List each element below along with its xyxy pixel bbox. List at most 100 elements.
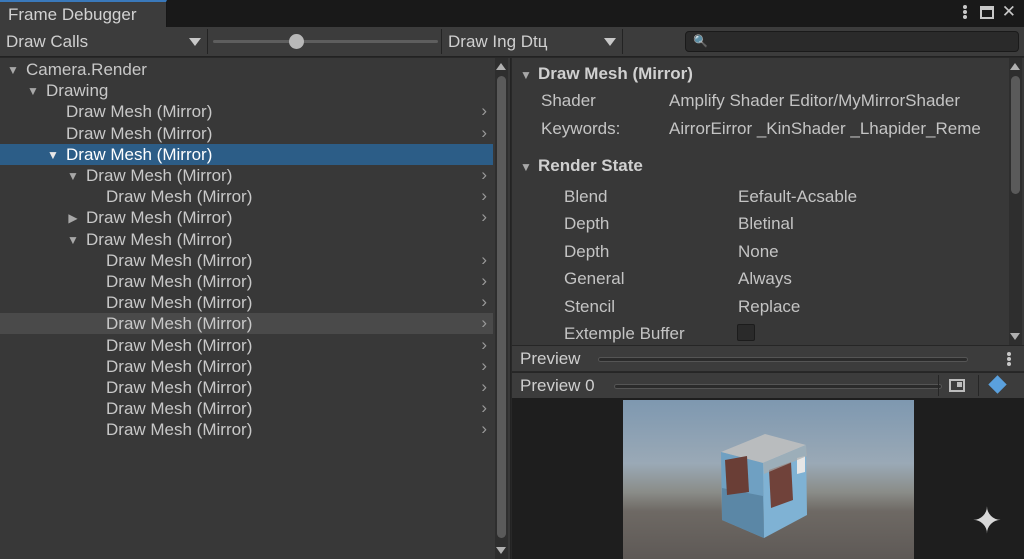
- chevron-right-icon[interactable]: ›: [481, 313, 487, 333]
- mode-dropdown[interactable]: Draw Calls: [0, 27, 207, 56]
- chevron-right-icon[interactable]: ›: [481, 271, 487, 291]
- preview-shape-button[interactable]: [978, 375, 1014, 396]
- render-state-value: Always: [738, 269, 792, 289]
- tree-row-label: Draw Mesh (Mirror): [66, 102, 213, 122]
- chevron-right-icon[interactable]: ›: [481, 123, 487, 143]
- tree-row[interactable]: ▶ Draw Mesh (Mirror) ›: [0, 207, 493, 228]
- window-controls: ✕: [958, 3, 1016, 21]
- chevron-down-icon: [604, 38, 616, 46]
- render-state-value: Bletinal: [738, 214, 794, 234]
- scroll-down-icon[interactable]: [1010, 333, 1020, 340]
- preview-sub-label: Preview 0: [520, 376, 595, 395]
- preview-header[interactable]: Preview: [512, 345, 1024, 371]
- tree-row[interactable]: Draw Mesh (Mirror) ›: [0, 377, 493, 398]
- divider: [207, 29, 208, 54]
- filter-dropdown[interactable]: Draw Ing Dtц: [442, 27, 622, 56]
- event-slider[interactable]: [213, 27, 438, 56]
- shape-diamond-icon: [988, 375, 1007, 394]
- details-panel: ▼ Draw Mesh (Mirror) Shader Amplify Shade…: [512, 58, 1024, 345]
- render-state-header[interactable]: ▼ Render State: [520, 156, 643, 176]
- extemple-buffer-checkbox[interactable]: [737, 324, 755, 341]
- tree-row[interactable]: Draw Mesh (Mirror) ›: [0, 271, 493, 292]
- tree-row[interactable]: Draw Mesh (Mirror) ›: [0, 335, 493, 356]
- tree-row[interactable]: Draw Mesh (Mirror) ›: [0, 250, 493, 271]
- chevron-right-icon[interactable]: ›: [481, 356, 487, 376]
- expanded-triangle-icon[interactable]: ▼: [26, 84, 40, 98]
- toolbar: Draw Calls Draw Ing Dtц 🔍: [0, 27, 1024, 57]
- search-input[interactable]: 🔍: [685, 31, 1019, 52]
- chevron-down-icon: [189, 38, 201, 46]
- tree-row-label: Draw Mesh (Mirror): [106, 272, 253, 291]
- chevron-right-icon[interactable]: ›: [481, 292, 487, 312]
- sparkle-icon: ✦: [971, 500, 1002, 541]
- tree-row[interactable]: Draw Mesh (Mirror) ›: [0, 313, 493, 335]
- tree-row[interactable]: Draw Mesh (Mirror) ›: [0, 356, 493, 377]
- details-header[interactable]: ▼ Draw Mesh (Mirror): [520, 64, 693, 84]
- chevron-right-icon[interactable]: ›: [481, 335, 487, 355]
- chevron-right-icon[interactable]: ›: [481, 207, 487, 227]
- tree-row[interactable]: Draw Mesh (Mirror) ›: [0, 123, 493, 144]
- tab-frame-debugger[interactable]: Frame Debugger: [0, 0, 167, 27]
- title-bar: Frame Debugger ✕: [0, 0, 1024, 27]
- tree-row-label: Draw Mesh (Mirror): [86, 208, 233, 228]
- keywords-value: AirrorEirror _KinShader _Lhapider_Reme: [669, 119, 981, 138]
- preview-window-button[interactable]: [938, 375, 974, 396]
- tree-row-label: Draw Mesh (Mirror): [106, 399, 253, 419]
- scroll-up-icon[interactable]: [1010, 63, 1020, 70]
- tree-row[interactable]: Draw Mesh (Mirror) ›: [0, 101, 493, 122]
- chevron-right-icon[interactable]: ›: [481, 398, 487, 418]
- preview-slider[interactable]: [614, 384, 942, 389]
- preview-viewport[interactable]: ✦: [512, 398, 1024, 559]
- expanded-triangle-icon[interactable]: ▼: [46, 148, 60, 162]
- kebab-menu-icon[interactable]: [958, 3, 972, 21]
- chevron-right-icon[interactable]: ›: [481, 165, 487, 185]
- tree-row[interactable]: Draw Mesh (Mirror) ›: [0, 292, 493, 313]
- mirror-cube-image: [721, 434, 807, 538]
- shader-value: Amplify Shader Editor/MyMirrorShader: [669, 91, 960, 110]
- kebab-menu-icon[interactable]: [1002, 350, 1016, 368]
- details-scrollbar[interactable]: [1009, 58, 1022, 345]
- preview-subbar: Preview 0: [512, 372, 1024, 398]
- slider-track: [213, 40, 438, 43]
- expanded-triangle-icon[interactable]: ▼: [66, 233, 80, 247]
- chevron-right-icon[interactable]: ›: [481, 419, 487, 439]
- chevron-right-icon[interactable]: ›: [481, 250, 487, 270]
- expanded-triangle-icon[interactable]: ▼: [66, 169, 80, 183]
- chevron-right-icon[interactable]: ›: [481, 377, 487, 397]
- tree-row-label: Draw Mesh (Mirror): [106, 378, 253, 397]
- scroll-thumb[interactable]: [497, 76, 506, 538]
- expanded-triangle-icon[interactable]: ▼: [6, 63, 20, 77]
- close-icon[interactable]: ✕: [1002, 3, 1016, 21]
- tree-row[interactable]: ▼ Camera.Render: [0, 59, 493, 80]
- tab-label: Frame Debugger: [8, 5, 137, 24]
- tree-row-label: Draw Mesh (Mirror): [86, 229, 233, 249]
- slider-thumb[interactable]: [289, 34, 305, 49]
- tree-scrollbar[interactable]: [495, 58, 508, 559]
- tree-row[interactable]: Draw Mesh (Mirror) ›: [0, 419, 493, 440]
- render-state-key: Depth: [564, 214, 610, 234]
- details-title: Draw Mesh (Mirror): [538, 64, 693, 83]
- tree-row[interactable]: ▼ Draw Mesh (Mirror) ›: [0, 165, 493, 186]
- tree-row-label: Draw Mesh (Mirror): [106, 335, 253, 355]
- render-state-key: Stencil: [564, 296, 616, 316]
- scroll-down-icon[interactable]: [496, 547, 506, 554]
- expand-triangle-icon: ▼: [520, 160, 532, 174]
- expand-triangle-icon: ▼: [520, 68, 532, 82]
- tree-row[interactable]: Draw Mesh (Mirror) ›: [0, 186, 493, 207]
- tree-row[interactable]: ▼ Draw Mesh (Mirror): [0, 229, 493, 250]
- shader-label: Shader: [541, 91, 596, 110]
- search-icon: 🔍: [693, 34, 708, 48]
- tree-row-label: Draw Mesh (Mirror): [86, 166, 233, 185]
- maximize-icon[interactable]: [979, 5, 994, 19]
- tree-row[interactable]: ▼ Draw Mesh (Mirror): [0, 143, 493, 165]
- chevron-right-icon[interactable]: ›: [481, 186, 487, 206]
- checkbox-row-label: Extemple Buffer: [564, 324, 685, 343]
- chevron-right-icon[interactable]: ›: [481, 101, 487, 121]
- tree-row[interactable]: ▼ Drawing: [0, 80, 493, 101]
- scroll-up-icon[interactable]: [496, 63, 506, 70]
- collapsed-triangle-icon[interactable]: ▶: [66, 211, 80, 225]
- tree-row-label: Draw Mesh (Mirror): [106, 356, 253, 376]
- tree-row[interactable]: Draw Mesh (Mirror) ›: [0, 398, 493, 419]
- tree-row-label: Draw Mesh (Mirror): [106, 187, 253, 207]
- scroll-thumb[interactable]: [1011, 76, 1020, 194]
